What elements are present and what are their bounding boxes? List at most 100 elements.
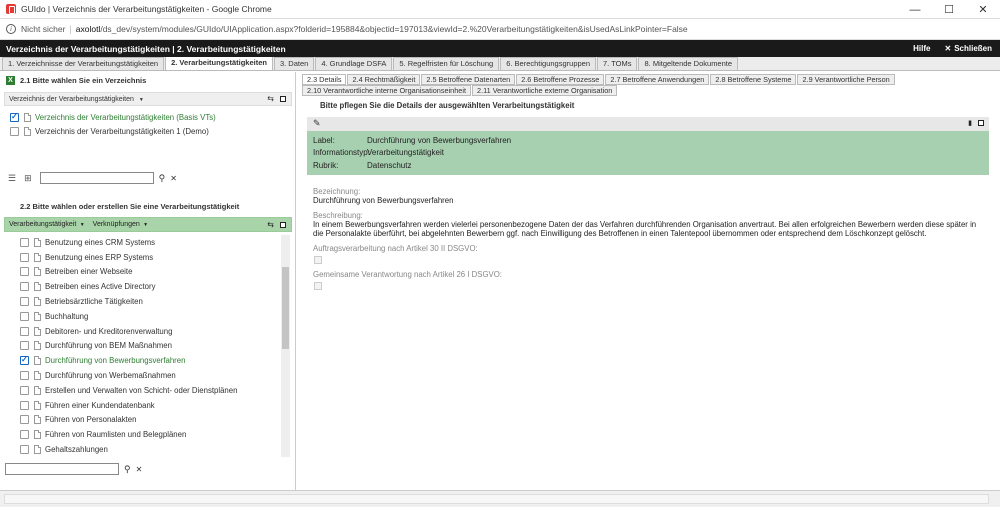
document-icon xyxy=(34,445,41,455)
list-item-label: Buchhaltung xyxy=(45,311,89,321)
close-app-button[interactable]: ✕ Schließen xyxy=(945,44,993,53)
tab-regelfristen[interactable]: 5. Regelfristen für Löschung xyxy=(393,57,500,70)
info-summary: Label: Durchführung von Bewerbungsverfahr… xyxy=(307,131,989,175)
url-text[interactable]: axolotl/ds_dev/system/modules/GUIdo/UIAp… xyxy=(76,24,688,34)
tab-verzeichnisse[interactable]: 1. Verzeichnisse der Verarbeitungstätigk… xyxy=(2,57,165,70)
sub-tab[interactable]: 2.3 Details xyxy=(302,74,347,85)
sub-tab[interactable]: 2.4 Rechtmäßigkeit xyxy=(347,74,421,85)
list-item[interactable]: Führen einer Kundendatenbank xyxy=(20,398,278,413)
checkbox[interactable] xyxy=(20,371,29,381)
app-favicon-icon xyxy=(6,4,16,14)
clear-icon[interactable]: ✕ xyxy=(136,465,143,474)
list-item[interactable]: Verzeichnis der Verarbeitungstätigkeiten… xyxy=(10,110,216,124)
art30-checkbox[interactable] xyxy=(314,255,322,264)
info-type-key: Informationstyp: xyxy=(313,148,370,158)
sub-tab[interactable]: 2.6 Betroffene Prozesse xyxy=(516,74,605,85)
maximize-icon[interactable] xyxy=(280,95,286,102)
search-icon[interactable]: ⚲ xyxy=(124,464,131,475)
maximize-icon[interactable] xyxy=(978,120,984,126)
checkbox[interactable] xyxy=(20,445,29,455)
list-item[interactable]: Gehaltszahlungen xyxy=(20,442,278,457)
tab-verarbeitungstaetigkeiten[interactable]: 2. Verarbeitungstätigkeiten xyxy=(165,56,273,70)
checkbox[interactable] xyxy=(20,237,29,247)
activity-dropdown-label: Verarbeitungstätigkeit xyxy=(9,221,77,228)
description-label: Beschreibung: xyxy=(313,210,363,220)
list-item[interactable]: Durchführung von BEM Maßnahmen xyxy=(20,339,278,354)
checkbox[interactable] xyxy=(20,385,29,395)
sort-icon[interactable]: ⇆ xyxy=(267,94,274,103)
list-item[interactable]: Betreiben eines Active Directory xyxy=(20,279,278,294)
checkbox[interactable] xyxy=(10,126,19,136)
scrollbar[interactable] xyxy=(281,235,290,457)
list-item[interactable]: Durchführung von Bewerbungsverfahren xyxy=(20,353,278,368)
search-icon[interactable]: ⚲ xyxy=(159,173,166,184)
sub-tab[interactable]: 2.11 Verantwortliche externe Organisatio… xyxy=(472,85,618,96)
activity-dropdown[interactable]: Verarbeitungstätigkeit ▼ xyxy=(9,221,85,228)
directory-dropdown[interactable]: Verzeichnis der Verarbeitungstätigkeiten… xyxy=(9,96,144,103)
checkbox[interactable] xyxy=(20,355,29,366)
sub-tab[interactable]: 2.10 Verantwortliche interne Organisatio… xyxy=(302,85,472,96)
list-item[interactable]: Buchhaltung xyxy=(20,309,278,324)
checkbox[interactable] xyxy=(20,297,29,307)
list-item[interactable]: Betreiben einer Webseite xyxy=(20,265,278,280)
address-bar[interactable]: i Nicht sicher | axolotl/ds_dev/system/m… xyxy=(0,19,1000,40)
list-item-label: Gehaltszahlungen xyxy=(45,445,108,455)
checkbox[interactable] xyxy=(20,267,29,277)
list-item[interactable]: Benutzung eines CRM Systems xyxy=(20,235,278,250)
help-link[interactable]: Hilfe xyxy=(913,44,930,53)
chevron-down-icon: ▼ xyxy=(78,222,85,228)
list-item[interactable]: Debitoren- und Kreditorenverwaltung xyxy=(20,324,278,339)
maximize-button[interactable]: ☐ xyxy=(932,0,966,19)
info-rubric-value: Datenschutz xyxy=(367,160,412,170)
checkbox[interactable] xyxy=(20,430,29,440)
left-panel: X 2.1 Bitte wählen Sie ein Verzeichnis V… xyxy=(0,72,296,490)
tab-mitgeltende-dokumente[interactable]: 8. Mitgeltende Dokumente xyxy=(638,57,739,70)
clear-icon[interactable]: ✕ xyxy=(170,174,177,183)
checkbox[interactable] xyxy=(20,282,29,292)
tab-grundlage-dsfa[interactable]: 4. Grundlage DSFA xyxy=(315,57,393,70)
list-item[interactable]: Benutzung eines ERP Systems xyxy=(20,250,278,265)
minimize-button[interactable]: — xyxy=(898,0,932,19)
tab-toms[interactable]: 7. TOMs xyxy=(597,57,638,70)
checkbox[interactable] xyxy=(20,341,29,351)
sub-tab[interactable]: 2.5 Betroffene Datenarten xyxy=(421,74,516,85)
sub-tab[interactable]: 2.8 Betroffene Systeme xyxy=(710,74,797,85)
checkbox[interactable] xyxy=(10,112,19,122)
list-item[interactable]: Führen von Raumlisten und Belegplänen xyxy=(20,427,278,442)
directory-toolbar: Verzeichnis der Verarbeitungstätigkeiten… xyxy=(4,92,292,106)
excel-icon[interactable]: X xyxy=(6,76,15,85)
links-dropdown[interactable]: Verknüpfungen ▼ xyxy=(93,221,148,228)
tab-berechtigungsgruppen[interactable]: 6. Berechtigungsgruppen xyxy=(500,57,596,70)
section2-title: 2.2 Bitte wählen oder erstellen Sie eine… xyxy=(20,202,240,211)
close-window-button[interactable]: ✕ xyxy=(966,0,1000,19)
art26-label: Gemeinsame Verantwortung nach Artikel 26… xyxy=(313,269,502,279)
checkbox[interactable] xyxy=(20,326,29,336)
checkbox[interactable] xyxy=(20,415,29,425)
scrollbar-thumb[interactable] xyxy=(282,267,289,349)
list-item[interactable]: Betriebsärztliche Tätigkeiten xyxy=(20,294,278,309)
maximize-icon[interactable] xyxy=(280,221,286,228)
book-icon[interactable]: ▮ xyxy=(968,119,972,127)
sort-icon[interactable]: ⇆ xyxy=(267,220,274,229)
list-item[interactable]: Erstellen und Verwalten von Schicht- ode… xyxy=(20,383,278,398)
activity-toolbar: Verarbeitungstätigkeit ▼ Verknüpfungen ▼… xyxy=(4,217,292,232)
activity-search-input[interactable] xyxy=(5,463,119,475)
window-title: GUIdo | Verzeichnis der Verarbeitungstät… xyxy=(21,4,272,14)
tab-daten[interactable]: 3. Daten xyxy=(273,57,315,70)
directory-dropdown-label: Verzeichnis der Verarbeitungstätigkeiten xyxy=(9,95,134,103)
tree-icon[interactable]: ⊞ xyxy=(24,173,32,184)
sub-tab[interactable]: 2.9 Verantwortliche Person xyxy=(797,74,895,85)
list-item[interactable]: Führen von Personalakten xyxy=(20,413,278,428)
document-icon xyxy=(34,282,41,292)
checkbox[interactable] xyxy=(20,400,29,410)
checkbox[interactable] xyxy=(20,311,29,321)
checkbox[interactable] xyxy=(20,252,29,262)
art26-checkbox[interactable] xyxy=(314,281,322,290)
pencil-icon[interactable]: ✎ xyxy=(313,118,321,129)
info-icon[interactable]: i xyxy=(6,24,16,34)
sub-tab[interactable]: 2.7 Betroffene Anwendungen xyxy=(605,74,710,85)
list-icon[interactable]: ☰ xyxy=(8,173,16,184)
list-item[interactable]: Durchführung von Werbemaßnahmen xyxy=(20,368,278,383)
directory-search-input[interactable] xyxy=(39,172,154,184)
list-item[interactable]: Verzeichnis der Verarbeitungstätigkeiten… xyxy=(10,124,216,138)
